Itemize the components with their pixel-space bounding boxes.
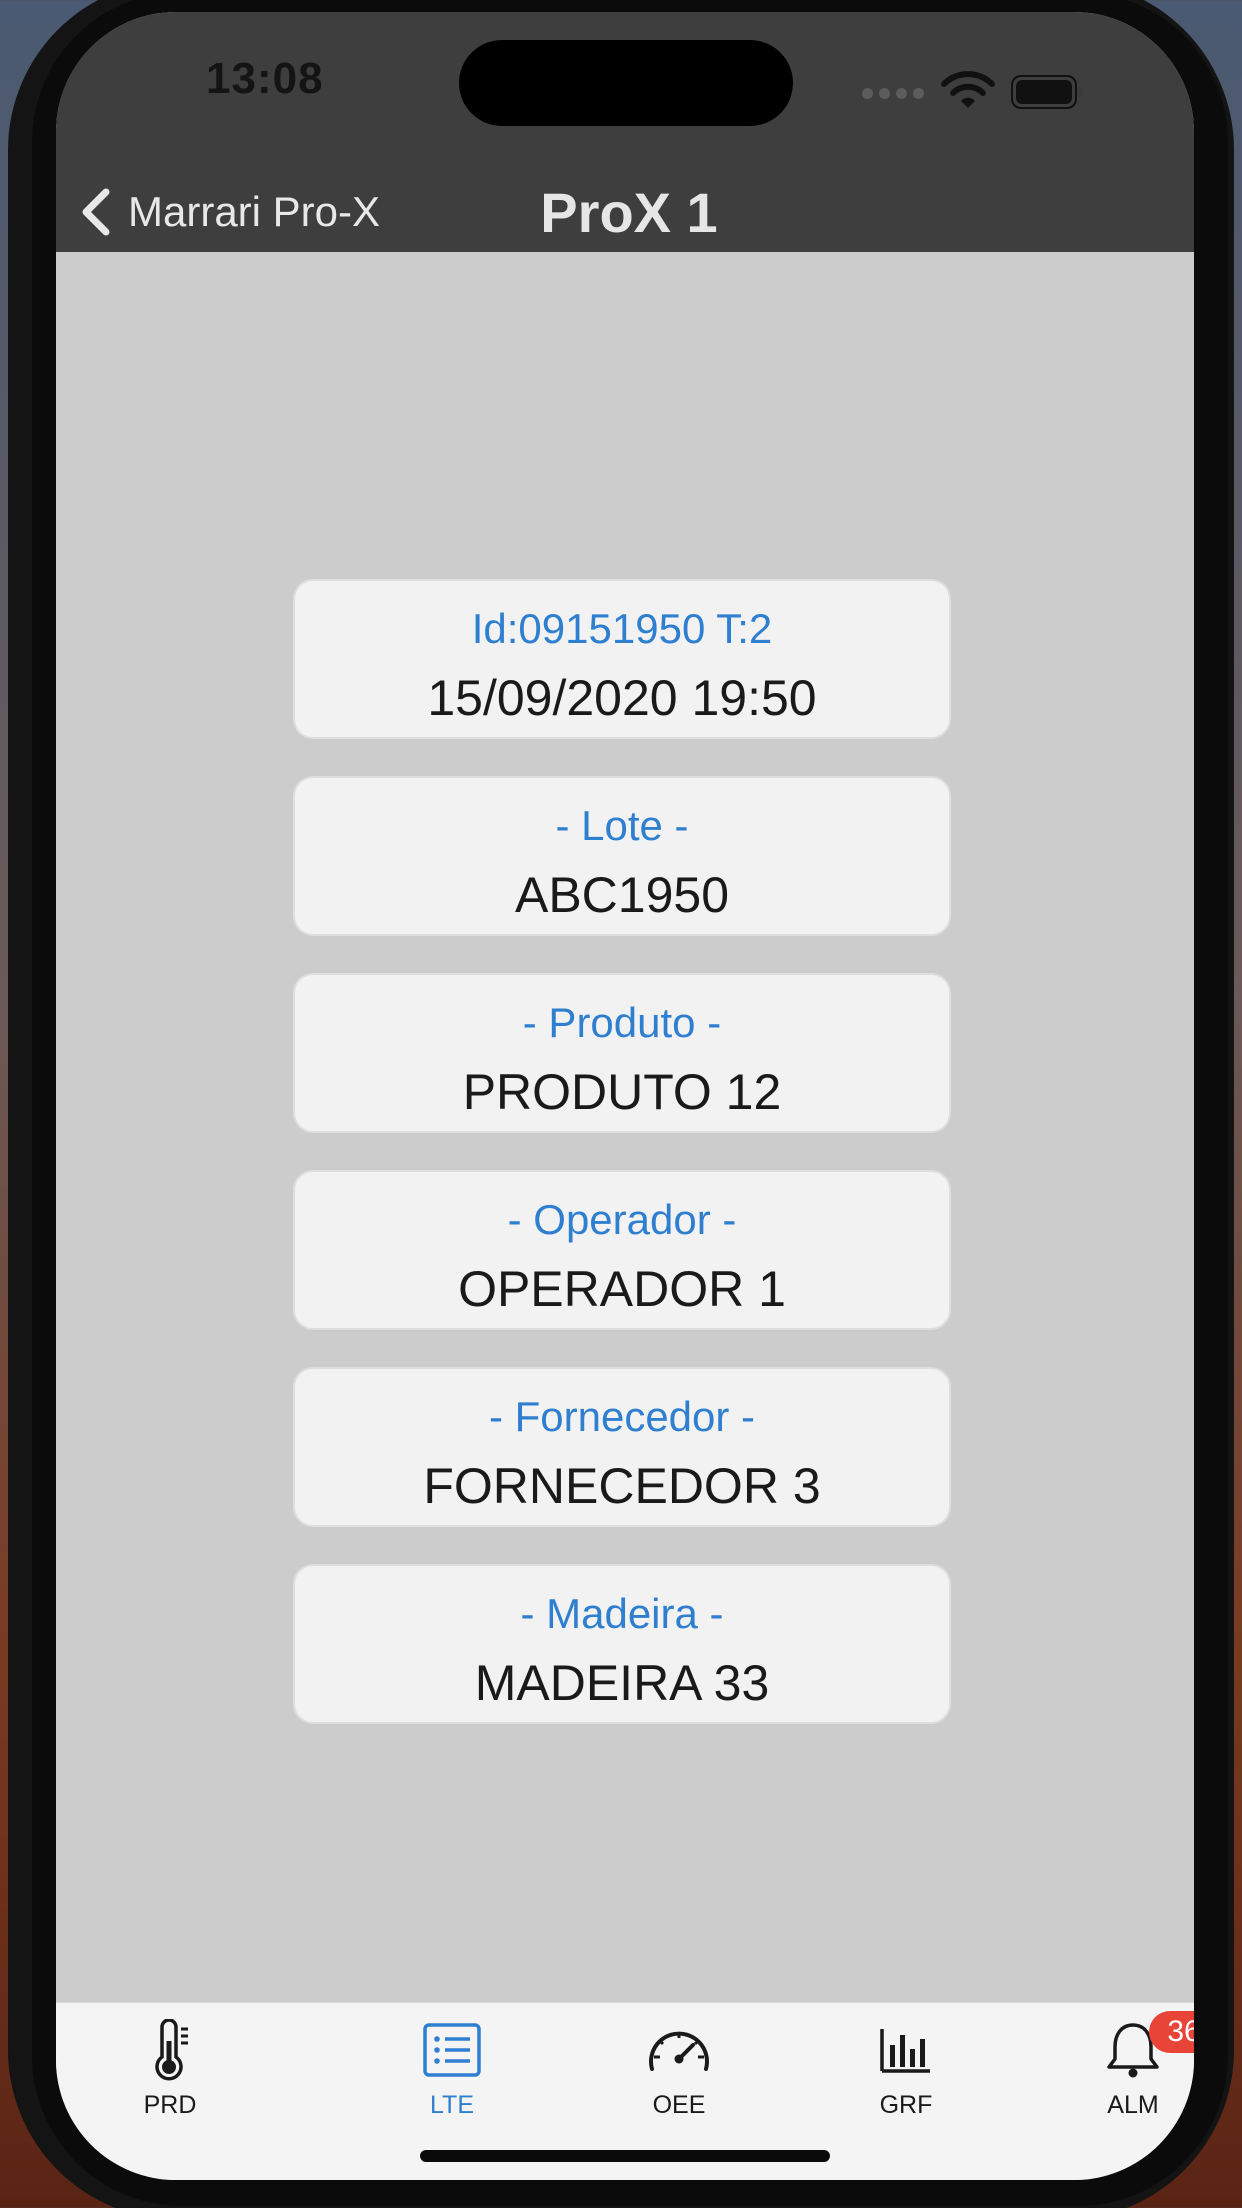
tab-alm[interactable]: 36 ALM [1019, 2003, 1194, 2143]
card-label: - Madeira - [520, 1590, 724, 1637]
alarm-count-badge: 36 [1149, 2011, 1194, 2053]
card-label: Id:09151950 T:2 [471, 605, 773, 652]
card-value: PRODUTO 12 [462, 1064, 782, 1120]
card-label: - Lote - [555, 802, 689, 849]
navigation-header: 13:08 Marrari Pro-X ProX 1 [56, 12, 1194, 252]
card-fornecedor: - Fornecedor - FORNECEDOR 3 [293, 1367, 951, 1527]
card-operador: - Operador - OPERADOR 1 [293, 1170, 951, 1330]
list-icon [423, 2023, 481, 2077]
gauge-icon [649, 2031, 709, 2071]
tab-label: ALM [1107, 2091, 1159, 2119]
home-indicator[interactable] [420, 2150, 830, 2162]
tab-label: PRD [143, 2091, 197, 2119]
tab-label: LTE [430, 2091, 474, 2119]
tab-label: GRF [879, 2091, 933, 2119]
bar-chart-icon [880, 2029, 930, 2073]
cellular-signal-icon [862, 88, 924, 100]
wifi-icon [941, 71, 995, 108]
card-produto: - Produto - PRODUTO 12 [293, 973, 951, 1133]
card-id: Id:09151950 T:2 15/09/2020 19:50 [293, 579, 951, 739]
card-label: - Produto - [522, 999, 722, 1046]
dynamic-island [459, 40, 793, 126]
tab-label: OEE [652, 2091, 706, 2119]
card-lote: - Lote - ABC1950 [293, 776, 951, 936]
phone-screen: 13:08 Marrari Pro-X ProX 1 Id:09151950 T… [56, 12, 1194, 2180]
status-time: 13:08 [206, 54, 324, 103]
page-title: ProX 1 [540, 181, 718, 244]
card-label: - Fornecedor - [488, 1393, 756, 1440]
tab-prd[interactable]: PRD [56, 2003, 284, 2143]
card-value: MADEIRA 33 [474, 1655, 770, 1711]
lot-details-content: Id:09151950 T:2 15/09/2020 19:50 - Lote … [56, 252, 1194, 2002]
tab-grf[interactable]: GRF [792, 2003, 1020, 2143]
thermometer-icon [155, 2019, 188, 2081]
card-label: - Operador - [507, 1196, 737, 1243]
card-value: 15/09/2020 19:50 [427, 670, 817, 726]
card-value: ABC1950 [514, 867, 730, 923]
card-madeira: - Madeira - MADEIRA 33 [293, 1564, 951, 1724]
card-value: FORNECEDOR 3 [423, 1458, 821, 1514]
battery-icon [1011, 75, 1083, 109]
tab-lte[interactable]: LTE [338, 2003, 566, 2143]
tab-oee[interactable]: OEE [565, 2003, 793, 2143]
card-value: OPERADOR 1 [458, 1261, 786, 1317]
